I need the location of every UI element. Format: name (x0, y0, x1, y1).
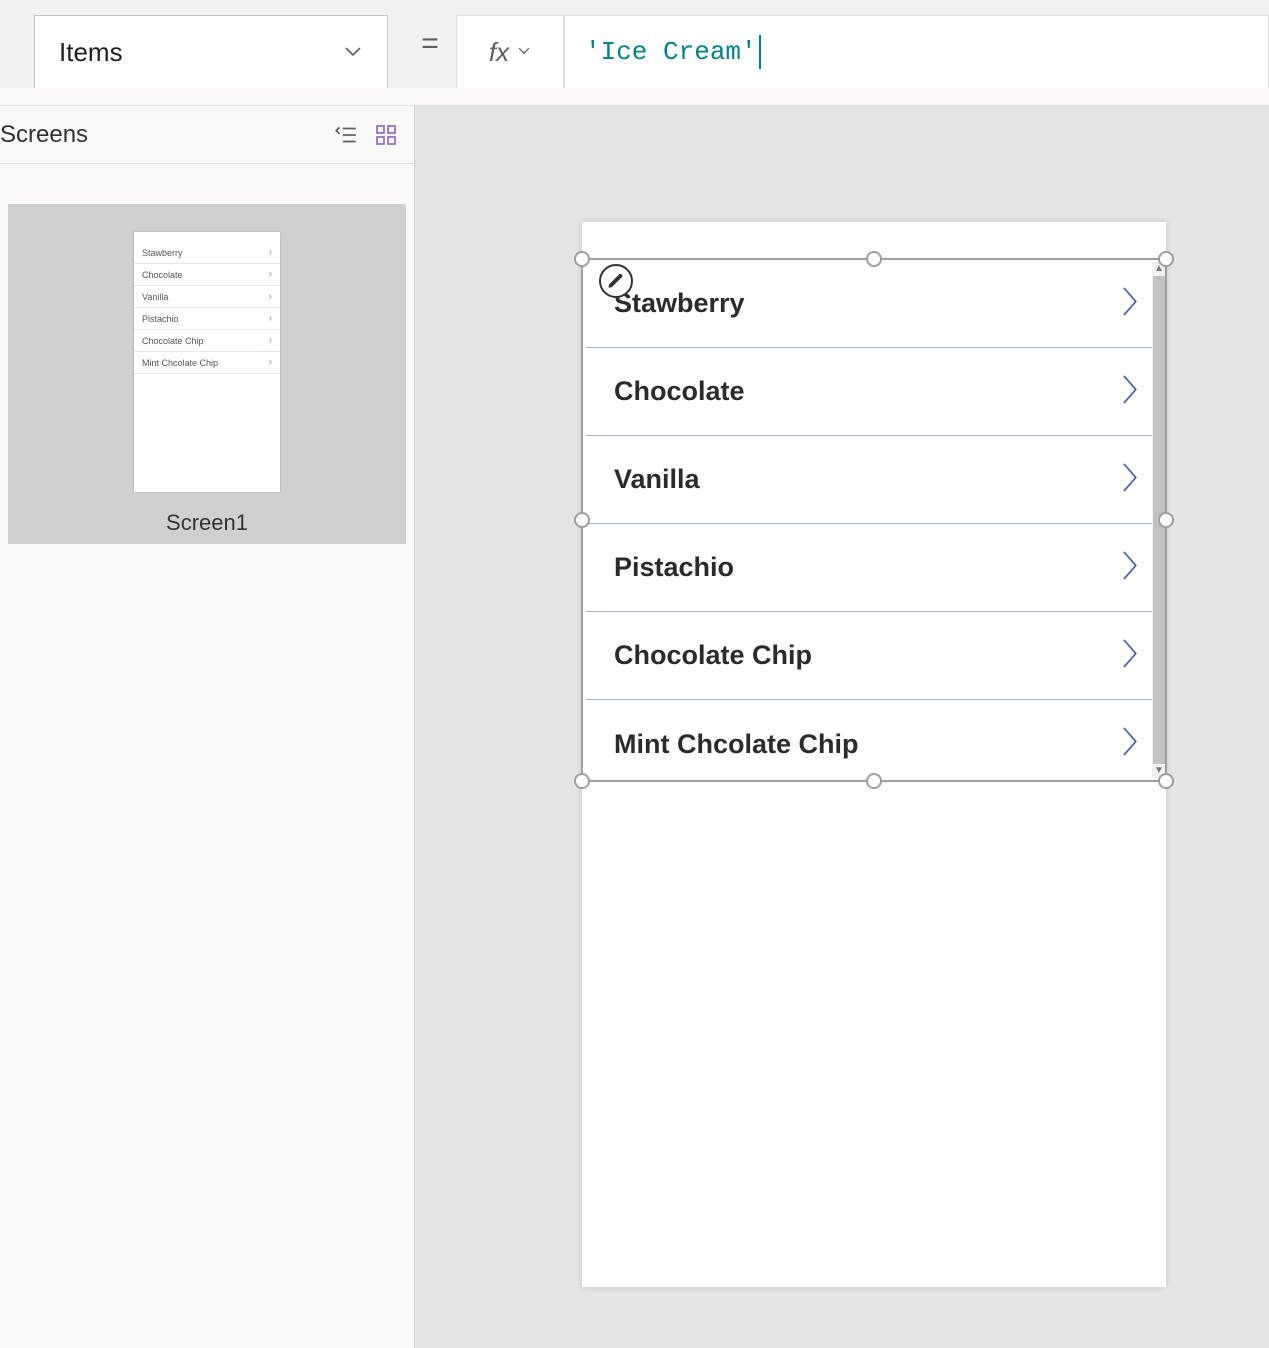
formula-input[interactable]: 'Ice Cream' (564, 15, 1269, 89)
chevron-right-icon (1118, 460, 1140, 499)
tree-view-button[interactable] (326, 115, 366, 155)
chevron-right-icon (1118, 372, 1140, 411)
screen-thumbnail-preview: Stawberry›Chocolate›Vanilla›Pistachio›Ch… (134, 232, 280, 492)
thumb-gallery-item: Pistachio › (134, 308, 280, 330)
chevron-down-icon (343, 42, 363, 62)
thumb-gallery-item-label: Vanilla (142, 292, 168, 302)
gallery-scrollbar[interactable]: ▲ ▼ (1152, 262, 1166, 778)
gallery-item-label: Stawberry (614, 288, 745, 319)
screens-panel-header: Screens (0, 106, 414, 164)
gallery-scrollbar-thumb[interactable] (1153, 276, 1165, 764)
phone-frame: Stawberry Chocolate Vanilla Pistachio Chocol… (582, 222, 1166, 1287)
gallery-item[interactable]: Chocolate Chip (586, 612, 1162, 700)
chevron-right-icon: › (269, 357, 272, 368)
chevron-right-icon: › (269, 269, 272, 280)
thumb-gallery-item-label: Chocolate (142, 270, 183, 280)
chevron-right-icon (1118, 636, 1140, 675)
formula-bar-underline (0, 88, 1269, 106)
chevron-right-icon (1118, 725, 1140, 764)
formula-input-value: 'Ice Cream' (585, 37, 757, 67)
gallery-control[interactable]: Stawberry Chocolate Vanilla Pistachio Chocol… (586, 260, 1162, 780)
screens-panel-title: Screens (0, 121, 88, 149)
fx-button[interactable]: fx (456, 15, 564, 89)
pencil-icon (607, 272, 625, 290)
formula-bar: Items = fx 'Ice Cream' (0, 0, 1269, 88)
text-cursor (759, 35, 761, 69)
thumb-gallery-item: Chocolate Chip › (134, 330, 280, 352)
chevron-right-icon (1118, 548, 1140, 587)
thumb-gallery-item-label: Stawberry (142, 248, 183, 258)
gallery-item-label: Mint Chcolate Chip (614, 729, 859, 760)
thumb-gallery-item: Mint Chcolate Chip › (134, 352, 280, 374)
chevron-right-icon: › (269, 291, 272, 302)
screen-thumbnail[interactable]: Stawberry›Chocolate›Vanilla›Pistachio›Ch… (8, 204, 406, 544)
scroll-up-icon[interactable]: ▲ (1154, 264, 1164, 274)
chevron-right-icon (1118, 284, 1140, 323)
thumbnail-view-button[interactable] (366, 115, 406, 155)
chevron-down-icon (517, 42, 531, 63)
chevron-right-icon: › (269, 247, 272, 258)
edit-template-button[interactable] (599, 264, 633, 298)
thumb-gallery-item: Stawberry › (134, 242, 280, 264)
thumb-gallery-item-label: Pistachio (142, 314, 179, 324)
equals-label: = (406, 0, 454, 88)
gallery-item-label: Pistachio (614, 552, 734, 583)
thumb-gallery-item-label: Chocolate Chip (142, 336, 204, 346)
property-dropdown[interactable]: Items (34, 15, 388, 89)
gallery-item[interactable]: Chocolate (586, 348, 1162, 436)
gallery-item[interactable]: Pistachio (586, 524, 1162, 612)
gallery-item[interactable]: Stawberry (586, 260, 1162, 348)
gallery-item[interactable]: Mint Chcolate Chip (586, 700, 1162, 780)
scroll-down-icon[interactable]: ▼ (1154, 766, 1164, 776)
chevron-right-icon: › (269, 335, 272, 346)
gallery-item-label: Chocolate Chip (614, 640, 812, 671)
gallery-item-label: Vanilla (614, 464, 700, 495)
thumb-gallery-item: Chocolate › (134, 264, 280, 286)
canvas[interactable]: Stawberry Chocolate Vanilla Pistachio Chocol… (415, 106, 1269, 1348)
thumb-gallery-item: Vanilla › (134, 286, 280, 308)
property-dropdown-label: Items (59, 37, 123, 68)
gallery-item-label: Chocolate (614, 376, 745, 407)
fx-button-label: fx (489, 37, 509, 68)
chevron-right-icon: › (269, 313, 272, 324)
screens-panel: Screens Stawberry›Chocolate›Vanilla›Pist… (0, 106, 415, 1348)
gallery-item[interactable]: Vanilla (586, 436, 1162, 524)
screen-thumbnail-label: Screen1 (166, 510, 248, 536)
thumb-gallery-item-label: Mint Chcolate Chip (142, 358, 218, 368)
